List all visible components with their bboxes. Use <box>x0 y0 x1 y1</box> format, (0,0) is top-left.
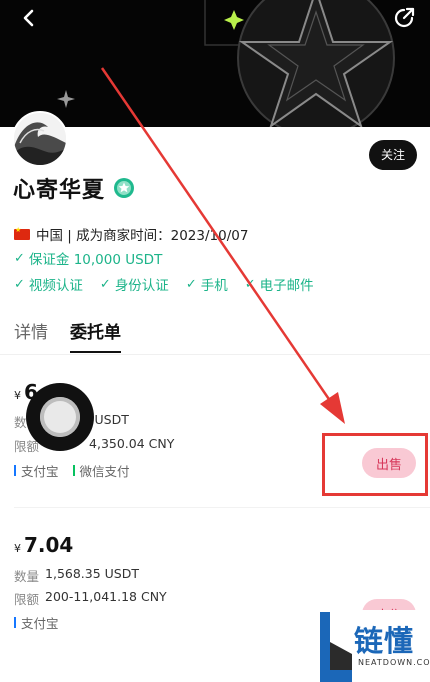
price-row: ¥ 7.04 <box>14 533 73 557</box>
tab-orders[interactable]: 委托单 <box>70 318 121 353</box>
alipay-bar-icon <box>14 617 16 628</box>
merchant-name-row: 心寄华夏 <box>13 172 135 204</box>
quantity-value: 1,568.35 USDT <box>45 566 139 581</box>
verification-list: ✓ 视频认证 ✓ 身份认证 ✓ 手机 ✓ 电子邮件 <box>14 274 314 295</box>
avatar[interactable] <box>12 111 68 167</box>
watermark-brand: 链懂 <box>354 624 415 658</box>
verification-email: ✓ 电子邮件 <box>244 274 314 295</box>
check-icon: ✓ <box>244 276 256 292</box>
quantity-value: USDT <box>94 412 129 427</box>
currency-symbol: ¥ <box>14 389 21 402</box>
chevron-left-icon <box>23 9 34 27</box>
watermark-url: NEATDOWN.COM <box>358 658 430 667</box>
share-button[interactable] <box>390 5 418 31</box>
divider <box>14 507 430 508</box>
quantity-row: 数量 1,568.35 USDT <box>14 566 139 585</box>
check-icon: ✓ <box>185 276 197 292</box>
tab-bar: 详情 委托单 <box>14 318 121 353</box>
limit-value: 4,350.04 CNY <box>89 436 175 451</box>
payment-methods: 支付宝 微信支付 <box>14 461 130 480</box>
limit-label: 限额 <box>14 592 40 607</box>
verification-label: 电子邮件 <box>259 278 314 294</box>
profile-banner <box>0 0 430 127</box>
check-icon: ✓ <box>14 250 25 266</box>
price: 7.04 <box>24 533 74 557</box>
payment-label: 微信支付 <box>79 464 130 479</box>
watermark-logo-icon <box>320 612 352 682</box>
payment-label: 支付宝 <box>21 616 59 631</box>
check-icon: ✓ <box>14 276 25 292</box>
limit-row: 限额 200-11,041.18 CNY <box>14 589 167 608</box>
deposit-info: ✓ 保证金 10,000 USDT <box>14 248 163 269</box>
location-info: 中国 | 成为商家时间：2023/10/07 <box>14 224 248 244</box>
back-button[interactable] <box>12 6 44 30</box>
china-flag-icon <box>14 226 30 240</box>
merchant-name: 心寄华夏 <box>13 178 106 203</box>
wechat-bar-icon <box>72 465 75 476</box>
annotation-highlight-box <box>322 433 428 496</box>
payment-alipay: 支付宝 <box>14 613 59 632</box>
payment-wechat: 微信支付 <box>72 461 130 480</box>
share-arrow-icon <box>394 7 415 28</box>
deposit-text: 保证金 10,000 USDT <box>28 252 163 268</box>
wave-avatar-image <box>14 113 66 165</box>
tab-details[interactable]: 详情 <box>14 318 48 353</box>
location-info-text: 中国 | 成为商家时间：2023/10/07 <box>36 228 249 244</box>
currency-symbol: ¥ <box>14 542 21 555</box>
limit-value: 200-11,041.18 CNY <box>45 589 167 604</box>
verification-label: 手机 <box>200 278 228 294</box>
touch-indicator-ring <box>26 383 94 451</box>
check-icon: ✓ <box>99 276 111 292</box>
quantity-label: 数 <box>14 415 27 430</box>
quantity-label: 数量 <box>14 569 40 584</box>
verification-label: 身份认证 <box>114 278 169 294</box>
follow-button[interactable]: 关注 <box>368 140 417 170</box>
verification-video: ✓ 视频认证 <box>14 274 83 295</box>
banner-star-art <box>57 0 395 127</box>
verification-identity: ✓ 身份认证 <box>99 274 169 295</box>
verification-label: 视频认证 <box>28 278 83 294</box>
verified-merchant-icon <box>114 178 135 198</box>
payment-label: 支付宝 <box>21 464 59 479</box>
payment-methods: 支付宝 <box>14 613 59 632</box>
divider <box>0 354 430 355</box>
watermark: 链懂 NEATDOWN.COM <box>318 610 430 682</box>
verification-phone: ✓ 手机 <box>185 274 228 295</box>
payment-alipay: 支付宝 <box>14 461 59 480</box>
alipay-bar-icon <box>14 465 16 476</box>
